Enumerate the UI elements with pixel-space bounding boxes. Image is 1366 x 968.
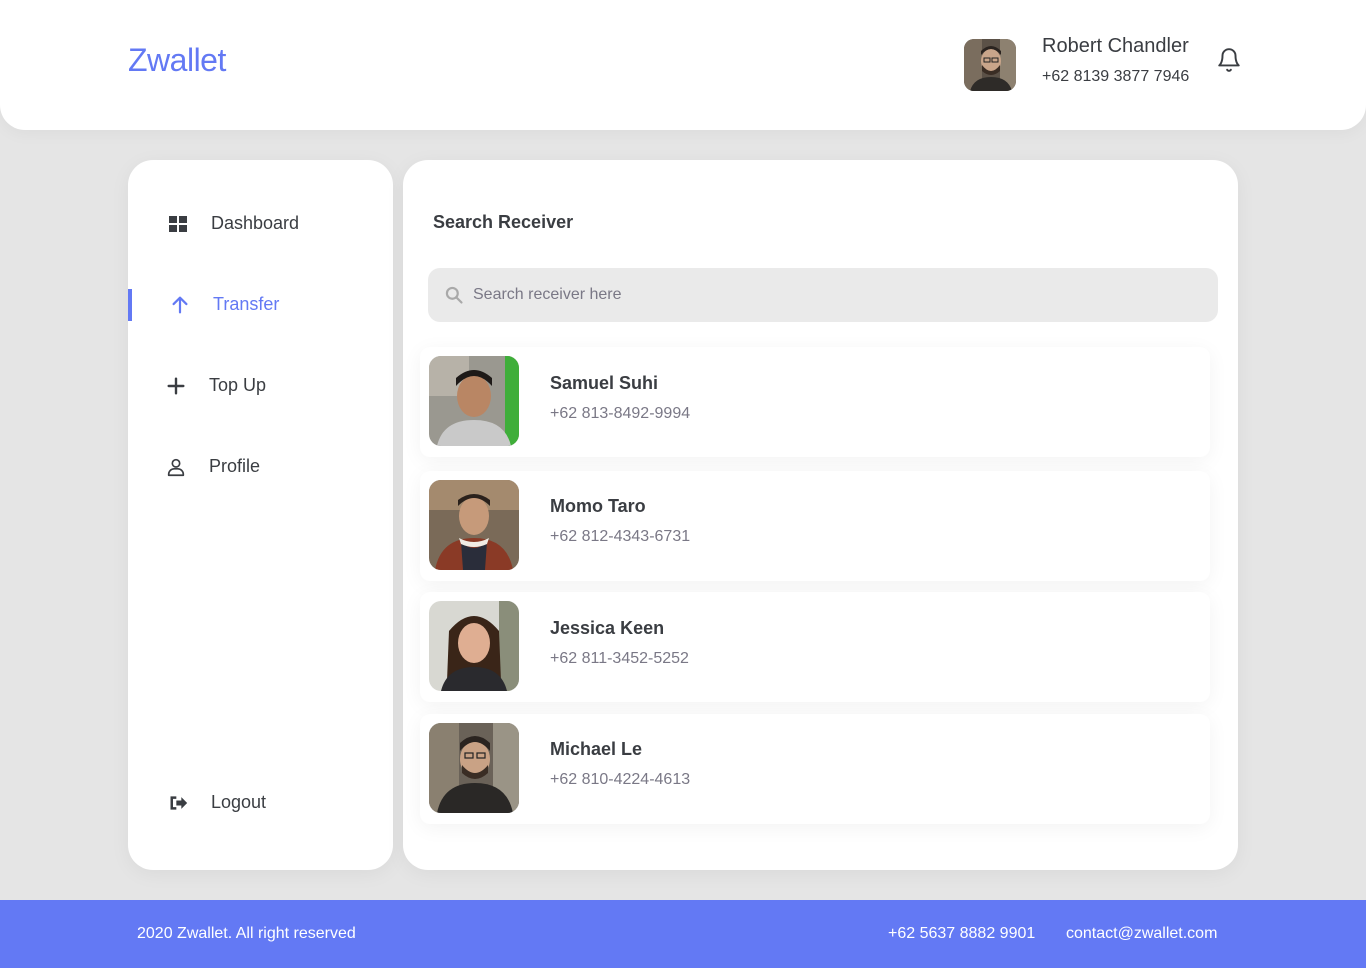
- user-phone: +62 8139 3877 7946: [1042, 68, 1190, 85]
- footer: 2020 Zwallet. All right reserved +62 563…: [0, 900, 1366, 968]
- receiver-phone: +62 811-3452-5252: [550, 650, 689, 667]
- sidebar: Dashboard Transfer Top Up Profile Logout: [128, 160, 393, 870]
- receiver-avatar: [429, 601, 519, 691]
- receiver-card[interactable]: Samuel Suhi +62 813-8492-9994: [420, 347, 1210, 457]
- top-header: Zwallet Robert Chandler +62 8139 3877 79…: [0, 0, 1366, 130]
- receiver-name: Jessica Keen: [550, 618, 665, 638]
- footer-copyright: 2020 Zwallet. All right reserved: [137, 925, 356, 942]
- sidebar-item-label: Profile: [209, 456, 261, 476]
- search-input[interactable]: [473, 268, 1203, 322]
- receiver-card[interactable]: Momo Taro +62 812-4343-6731: [420, 471, 1210, 581]
- receiver-name: Michael Le: [550, 739, 643, 759]
- plus-icon: [164, 374, 188, 398]
- logout-button[interactable]: Logout: [128, 787, 393, 819]
- receiver-avatar: [429, 356, 519, 446]
- receiver-phone: +62 813-8492-9994: [550, 405, 691, 422]
- receiver-phone: +62 810-4224-4613: [550, 771, 691, 788]
- search-icon: [444, 285, 464, 305]
- logout-label: Logout: [211, 792, 267, 812]
- brand-logo[interactable]: Zwallet: [128, 42, 226, 79]
- search-receiver-panel: Search Receiver Samuel Suhi +62 813-8492…: [403, 160, 1238, 870]
- receiver-avatar: [429, 480, 519, 570]
- receiver-phone: +62 812-4343-6731: [550, 528, 691, 545]
- grid-icon: [166, 212, 190, 236]
- search-bar[interactable]: [428, 268, 1218, 322]
- sidebar-item-top-up[interactable]: Top Up: [128, 370, 393, 402]
- user-avatar[interactable]: [964, 39, 1016, 91]
- sidebar-item-dashboard[interactable]: Dashboard: [128, 208, 393, 240]
- sidebar-item-transfer[interactable]: Transfer: [128, 289, 393, 321]
- receiver-avatar: [429, 723, 519, 813]
- footer-phone[interactable]: +62 5637 8882 9901: [888, 925, 1035, 943]
- sidebar-item-profile[interactable]: Profile: [128, 451, 393, 483]
- page-title: Search Receiver: [433, 212, 574, 232]
- arrow-up-icon: [168, 293, 192, 317]
- receiver-card[interactable]: Michael Le +62 810-4224-4613: [420, 714, 1210, 824]
- footer-email[interactable]: contact@zwallet.com: [1066, 925, 1217, 943]
- receiver-card[interactable]: Jessica Keen +62 811-3452-5252: [420, 592, 1210, 702]
- sidebar-item-label: Transfer: [213, 294, 280, 314]
- receiver-name: Samuel Suhi: [550, 373, 659, 393]
- user-name: Robert Chandler: [1042, 35, 1189, 57]
- sidebar-item-label: Top Up: [209, 375, 267, 395]
- sidebar-item-label: Dashboard: [211, 213, 300, 233]
- receiver-name: Momo Taro: [550, 496, 646, 516]
- user-icon: [164, 455, 188, 479]
- logout-icon: [166, 791, 190, 815]
- active-indicator: [128, 289, 132, 321]
- bell-icon[interactable]: [1216, 47, 1242, 73]
